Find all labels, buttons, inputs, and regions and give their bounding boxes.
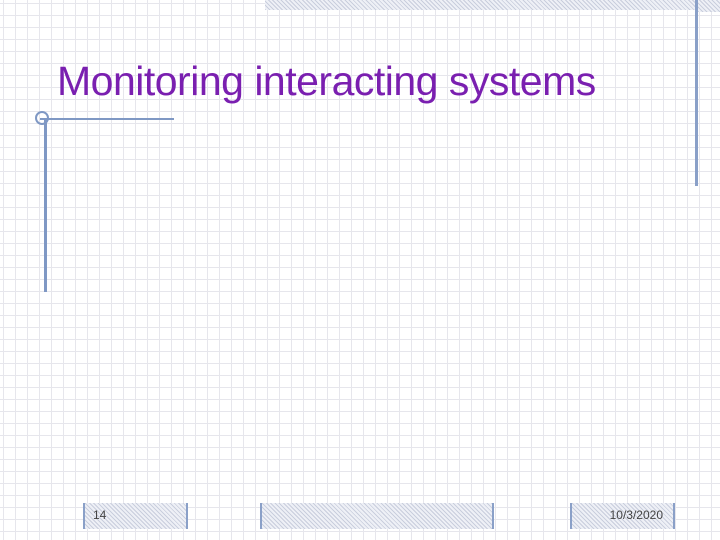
right-decor-rule — [695, 0, 698, 186]
footer-center-box — [260, 503, 494, 529]
title-underline — [40, 118, 174, 120]
page-number: 14 — [93, 508, 107, 522]
circle-bullet-icon — [35, 111, 49, 125]
left-decor-rule — [44, 118, 47, 292]
footer-page-number-box: 14 — [83, 503, 188, 529]
slide-date: 10/3/2020 — [609, 508, 663, 522]
slide-title: Monitoring interacting systems — [57, 58, 596, 104]
footer-date-box: 10/3/2020 — [570, 503, 675, 529]
right-decor-cap — [698, 0, 720, 12]
top-decor-band — [265, 0, 695, 10]
